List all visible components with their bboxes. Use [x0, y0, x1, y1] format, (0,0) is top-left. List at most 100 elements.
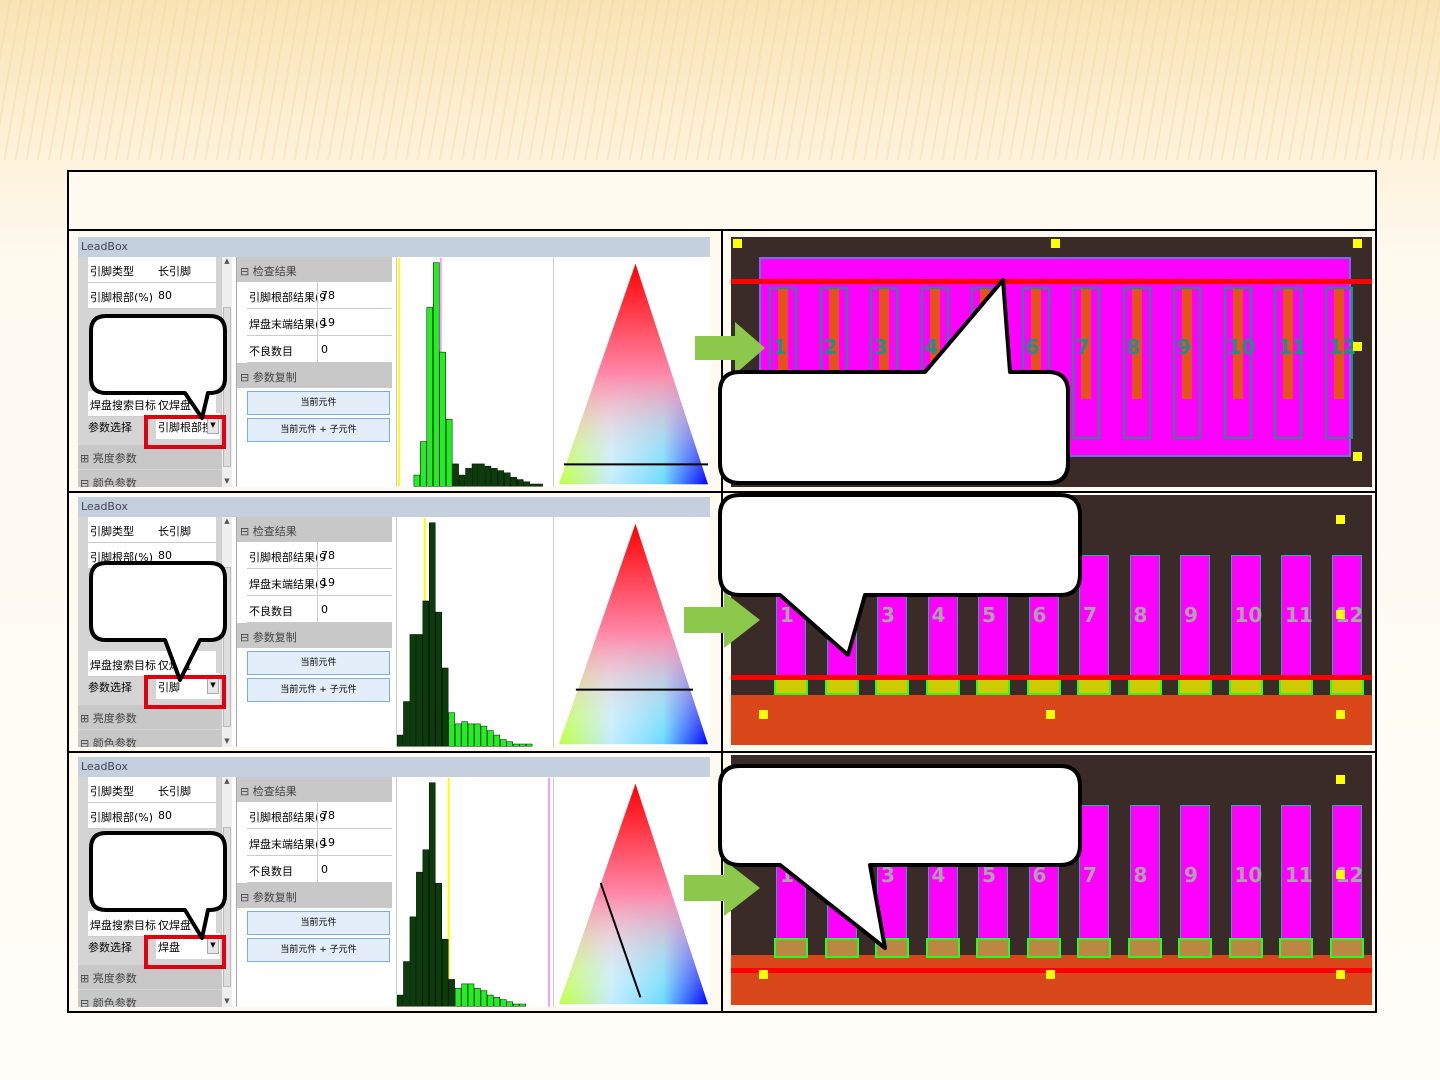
property-value: 长引脚	[158, 265, 191, 278]
pin-number: 5	[982, 603, 996, 627]
section-results[interactable]: ⊟ 检查结果	[237, 517, 392, 542]
result-label: 不良数目	[249, 345, 293, 358]
scrollbar[interactable]: ▲ ▼	[221, 257, 232, 487]
scrollbar[interactable]: ▲ ▼	[221, 517, 232, 747]
resize-handle[interactable]	[1046, 970, 1055, 979]
copy-current-children-button[interactable]: 当前元件 + 子元件	[247, 938, 390, 962]
inspection-image: 1 2 3 4 5 6 7 8 9 10 11 12	[731, 755, 1372, 1005]
resize-handle[interactable]	[1046, 710, 1055, 719]
property-row[interactable]: 引脚根部(%) 80	[88, 283, 216, 309]
histogram	[396, 257, 550, 487]
magenta-region	[759, 257, 1351, 457]
histogram-bar	[448, 712, 455, 747]
histogram-bar	[512, 1003, 520, 1007]
histogram-bar	[452, 463, 459, 487]
histogram-bar	[506, 741, 513, 747]
pin-number: 7	[1076, 335, 1090, 359]
solder-pad	[1077, 938, 1111, 958]
solder-pad	[774, 938, 808, 958]
resize-handle[interactable]	[1051, 239, 1060, 248]
histogram-bar	[519, 743, 526, 747]
result-row: 引脚根部结果(9 78	[247, 802, 392, 829]
property-row[interactable]: 引脚类型 长引脚	[88, 517, 216, 543]
histogram-bar	[493, 734, 501, 747]
resize-handle[interactable]	[1336, 610, 1345, 619]
results-panel: ⊟ 检查结果 引脚根部结果(9 78 焊盘末端结果(9 19 不良数目 0 ⊟ 参数复制 …	[236, 777, 392, 1007]
histogram-bar	[487, 730, 494, 747]
leadbox-panel: LeadBox 引脚类型 长引脚 引脚根部(%) 80 焊盘搜索目标 仅焊盘 参数选择…	[78, 497, 710, 747]
section-results[interactable]: ⊟ 检查结果	[237, 257, 392, 282]
property-row[interactable]: 引脚根部(%) 80	[88, 803, 216, 829]
pin-number: 4	[931, 863, 946, 887]
resize-handle[interactable]	[1336, 870, 1345, 879]
resize-handle[interactable]	[759, 710, 768, 719]
histogram-bar	[439, 351, 446, 487]
histogram-bar	[420, 441, 427, 487]
resize-handle[interactable]	[759, 970, 768, 979]
section-label: 亮度参数	[92, 712, 137, 725]
section-label: 检查结果	[252, 525, 297, 538]
histogram-bar	[480, 990, 488, 1007]
result-label: 焊盘末端结果(9	[249, 318, 327, 331]
resize-handle[interactable]	[1336, 515, 1345, 524]
pin-number: 10	[1234, 603, 1263, 627]
copy-current-button[interactable]: 当前元件	[247, 391, 390, 415]
pin-number: 1	[773, 335, 787, 359]
histogram-bar	[409, 916, 417, 1007]
solder-pad	[875, 938, 909, 958]
histogram-bar	[506, 1001, 513, 1007]
section-label: 亮度参数	[92, 452, 137, 465]
section-color[interactable]: ⊟ 颜色参数	[78, 730, 222, 747]
section-param-copy[interactable]: ⊟ 参数复制	[237, 883, 392, 908]
histogram-bar	[497, 470, 505, 487]
histogram-bar	[529, 483, 537, 487]
resize-handle[interactable]	[1336, 710, 1345, 719]
histogram-bar	[409, 634, 417, 747]
inspection-image: 1 2 3 4 5 6 7 8 9 10 11 12	[731, 495, 1372, 745]
property-grid: 引脚类型 长引脚 引脚根部(%) 80 焊盘搜索目标 仅焊盘 参数选择 焊盘 ▼ ⊞ 亮…	[78, 777, 232, 1007]
results-panel: ⊟ 检查结果 引脚根部结果(9 78 焊盘末端结果(9 19 不良数目 0 ⊟ 参数复制 …	[236, 257, 392, 487]
copy-current-children-button[interactable]: 当前元件 + 子元件	[247, 678, 390, 702]
section-label: 颜色参数	[92, 997, 137, 1007]
section-color[interactable]: ⊟ 颜色参数	[78, 990, 222, 1007]
pin-number: 4	[924, 335, 939, 359]
section-label: 检查结果	[252, 265, 297, 278]
resize-handle[interactable]	[1353, 342, 1362, 351]
resize-handle[interactable]	[1336, 970, 1345, 979]
copy-current-button[interactable]: 当前元件	[247, 651, 390, 675]
property-value: 仅焊盘	[158, 919, 191, 932]
property-row[interactable]: 引脚类型 长引脚	[88, 777, 216, 803]
section-results[interactable]: ⊟ 检查结果	[237, 777, 392, 802]
histogram	[396, 517, 550, 747]
result-label: 焊盘末端结果(9	[249, 838, 327, 851]
histogram-bar	[516, 479, 524, 487]
section-param-copy[interactable]: ⊟ 参数复制	[237, 363, 392, 388]
pin-number: 9	[1184, 863, 1198, 887]
section-color[interactable]: ⊟ 颜色参数	[78, 470, 222, 487]
copy-current-children-button[interactable]: 当前元件 + 子元件	[247, 418, 390, 442]
result-value: 78	[317, 542, 335, 569]
histogram-bar	[445, 418, 453, 487]
resize-handle[interactable]	[1353, 239, 1362, 248]
section-label: 颜色参数	[92, 477, 137, 487]
board-region	[731, 955, 1372, 1005]
resize-handle[interactable]	[1353, 452, 1362, 461]
property-row[interactable]: 引脚类型 长引脚	[88, 257, 216, 283]
section-param-copy[interactable]: ⊟ 参数复制	[237, 623, 392, 648]
section-label: 参数复制	[252, 371, 297, 384]
copy-current-button[interactable]: 当前元件	[247, 911, 390, 935]
scrollbar[interactable]: ▲ ▼	[221, 777, 232, 1007]
property-row[interactable]: 引脚根部(%) 80	[88, 543, 216, 569]
pin-number: 5	[975, 335, 989, 359]
solder-pad	[1026, 938, 1061, 958]
histogram-bar	[397, 734, 404, 747]
leadbox-panel: LeadBox 引脚类型 长引脚 引脚根部(%) 80 焊盘搜索目标 仅焊盘 参数选择…	[78, 237, 710, 487]
property-value: 长引脚	[158, 525, 191, 538]
result-label: 引脚根部结果(9	[249, 811, 327, 824]
resize-handle[interactable]	[733, 239, 742, 248]
solder-pad	[1178, 938, 1212, 958]
histogram-bar	[433, 262, 440, 487]
histogram-bar	[478, 463, 485, 487]
resize-handle[interactable]	[1336, 775, 1345, 784]
panel-title: LeadBox	[78, 757, 710, 777]
